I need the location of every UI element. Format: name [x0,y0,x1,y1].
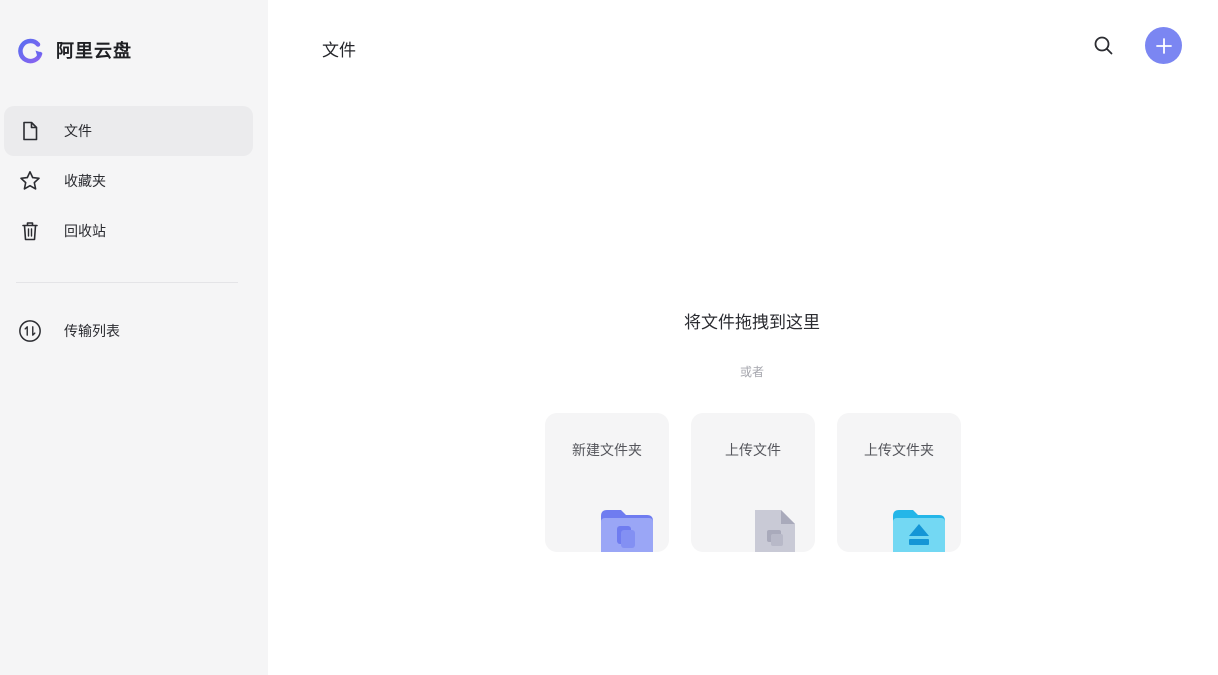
drop-zone-or-text: 或者 [739,365,764,379]
sidebar-divider [16,282,238,283]
drop-zone-title: 将文件拖拽到这里 [684,313,820,333]
search-icon [1094,36,1113,55]
quick-actions: 新建文件夹 上传文件 上传文件夹 [545,413,961,552]
sidebar-item-transfers[interactable]: 传输列表 [4,306,253,356]
sidebar-item-trash[interactable]: 回收站 [4,206,253,256]
app-logo[interactable]: 阿里云盘 [16,34,132,66]
sidebar-nav: 文件 收藏夹 回收站 [4,106,253,256]
sidebar: 阿里云盘 文件 收藏夹 回收站 传输列表 [0,0,268,675]
add-button[interactable] [1145,27,1182,64]
sidebar-item-label: 传输列表 [64,324,120,340]
search-button[interactable] [1090,32,1118,60]
file-icon [18,119,42,143]
card-label: 上传文件夹 [864,443,934,459]
cloud-drive-logo-icon [18,38,43,64]
transfer-icon [18,319,42,343]
app-name: 阿里云盘 [56,41,132,62]
trash-icon [18,219,42,243]
plus-icon [1155,37,1172,54]
sidebar-item-files[interactable]: 文件 [4,106,253,156]
sidebar-item-label: 收藏夹 [64,174,106,190]
sidebar-item-label: 回收站 [64,224,106,240]
sidebar-secondary-nav: 传输列表 [4,306,253,356]
upload-folder-card[interactable]: 上传文件夹 [837,413,961,552]
upload-folder-icon [893,510,945,552]
card-label: 上传文件 [725,443,781,459]
page-title: 文件 [322,41,356,61]
upload-file-card[interactable]: 上传文件 [691,413,815,552]
new-folder-card[interactable]: 新建文件夹 [545,413,669,552]
upload-file-icon [755,510,795,552]
star-icon [18,169,42,193]
card-label: 新建文件夹 [572,443,642,459]
sidebar-item-favorites[interactable]: 收藏夹 [4,156,253,206]
sidebar-item-label: 文件 [64,124,92,140]
new-folder-icon [601,510,653,552]
